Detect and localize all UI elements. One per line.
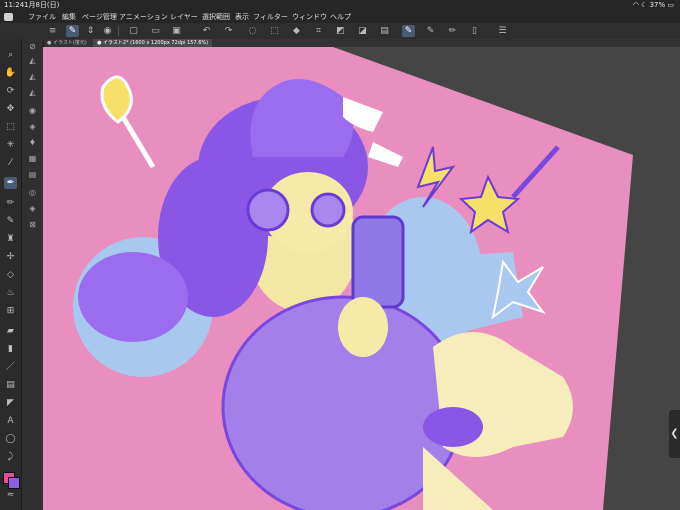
figure-icon[interactable]: ▮	[4, 343, 17, 355]
subtool-2-icon[interactable]: ◭	[27, 71, 38, 82]
command-bar: ≡ ✎ ⇕ ◉ ▢ ▭ ▣ ↶ ↷ ◌ ⬚ ◆ ⌗ ◩ ◪ ▤ ✎ ✎ ✏ ▯ …	[0, 23, 680, 40]
subtool-6-icon[interactable]: ♦	[27, 137, 38, 148]
brush-mode-3-icon[interactable]: ✏	[446, 25, 459, 37]
sub-color-swatch[interactable]	[8, 477, 20, 489]
menu-layer[interactable]: レイヤー	[170, 11, 198, 23]
airbrush-icon[interactable]: ♜	[4, 233, 17, 245]
blend-icon[interactable]: ♨	[4, 287, 17, 299]
correction-2-icon[interactable]: ⤸	[4, 451, 17, 463]
subtool-3-icon[interactable]: ◭	[27, 87, 38, 98]
rotate-icon[interactable]: ⟳	[4, 85, 17, 97]
menu-bar: ファイル 編集 ページ管理 アニメーション レイヤー 選択範囲 表示 フィルター…	[0, 11, 680, 23]
canvas-area[interactable]	[43, 47, 680, 510]
app-icon[interactable]	[4, 13, 13, 21]
redo-icon[interactable]: ↷	[222, 25, 235, 37]
menu-page[interactable]: ページ管理	[82, 11, 117, 23]
battery-percent: 37%	[649, 1, 666, 9]
subtool-8-icon[interactable]: ▤	[27, 169, 38, 180]
subtool-1-icon[interactable]: ◭	[27, 55, 38, 66]
menu-edit[interactable]: 編集	[62, 11, 76, 23]
menu-file[interactable]: ファイル	[28, 11, 56, 23]
tab-illustration-1[interactable]: ● イラスト(復元)	[43, 39, 91, 47]
panel-toggle-chevron-icon[interactable]: ❮	[669, 410, 680, 458]
menu-selection[interactable]: 選択範囲	[202, 11, 230, 23]
open-folder-icon[interactable]: ▭	[149, 25, 162, 37]
subtool-11-icon[interactable]: ⊠	[27, 219, 38, 230]
menu-view[interactable]: 表示	[235, 11, 249, 23]
pencil-icon[interactable]: ✏	[4, 197, 17, 209]
ruler-icon[interactable]: ▤	[4, 379, 17, 391]
illustration-canvas[interactable]	[43, 47, 680, 510]
menu-help[interactable]: ヘルプ	[330, 11, 351, 23]
fill-icon[interactable]: ◆	[290, 25, 303, 37]
subtool-9-icon[interactable]: ◎	[27, 187, 38, 198]
lasso-select-icon[interactable]: ✳	[4, 139, 17, 151]
gradient-icon[interactable]: ▰	[4, 325, 17, 337]
crop-icon[interactable]: ⌗	[312, 25, 325, 37]
text-icon[interactable]: ◤	[4, 397, 17, 409]
eraser-icon[interactable]: ◇	[4, 269, 17, 281]
lasso-icon[interactable]: ◌	[246, 25, 259, 37]
subtool-5-icon[interactable]: ◈	[27, 121, 38, 132]
subtool-7-icon[interactable]: ▦	[27, 153, 38, 164]
layer-b-icon[interactable]: ◪	[356, 25, 369, 37]
subtool-4-icon[interactable]: ◉	[27, 105, 38, 116]
eyedropper-icon[interactable]: ⁄	[4, 157, 17, 169]
tool-palette: ⌕ ✋ ⟳ ✥ ⬚ ✳ ⁄ ✒ ✏ ✎ ♜ ✢ ◇ ♨ ⊞ ▰ ▮ ／ ▤ ◤ …	[0, 39, 22, 510]
correction-icon[interactable]: ◯	[4, 433, 17, 445]
layer-c-icon[interactable]: ▤	[378, 25, 391, 37]
transform-icon[interactable]: ⬚	[268, 25, 281, 37]
phone-icon[interactable]: ▯	[468, 25, 481, 37]
menu-filter[interactable]: フィルター	[253, 11, 288, 23]
menu-icon[interactable]: ≡	[46, 25, 59, 37]
layer-a-icon[interactable]: ◩	[334, 25, 347, 37]
menu-animation[interactable]: アニメーション	[119, 11, 168, 23]
stepper-icon[interactable]: ⇕	[84, 25, 97, 37]
brush-mode-icon[interactable]: ✎	[402, 25, 415, 37]
battery-icon: ▭	[667, 1, 674, 9]
camera-icon[interactable]: ◉	[101, 25, 114, 37]
pen-icon[interactable]: ✒	[4, 177, 17, 189]
pen-tool-icon[interactable]: ✎	[66, 25, 79, 37]
menu-window[interactable]: ウィンドウ	[292, 11, 327, 23]
move-icon[interactable]: ✥	[4, 103, 17, 115]
wave-icon[interactable]: ≈	[4, 489, 17, 501]
sub-tool-palette: ⊘ ◭ ◭ ◭ ◉ ◈ ♦ ▦ ▤ ◎ ◈ ⊠	[22, 39, 44, 510]
hand-icon[interactable]: ✋	[4, 67, 17, 79]
select-rect-icon[interactable]: ⬚	[4, 121, 17, 133]
fill-bucket-icon[interactable]: ⊞	[4, 305, 17, 317]
brush-mode-2-icon[interactable]: ✎	[424, 25, 437, 37]
status-bar: 11:24 1月8日(日) ◠ ☾ 37% ▭	[0, 0, 680, 11]
subtool-10-icon[interactable]: ◈	[27, 203, 38, 214]
balloon-icon[interactable]: A	[4, 415, 17, 427]
list-icon[interactable]: ☰	[496, 25, 509, 37]
save-icon[interactable]: ▣	[170, 25, 183, 37]
tab-illustration-2[interactable]: ● イラスト2* (1600 x 1200px 72dpi 157.6%)	[93, 39, 213, 47]
decoration-icon[interactable]: ✢	[4, 251, 17, 263]
document-tabs: ● イラスト(復元) ● イラスト2* (1600 x 1200px 72dpi…	[43, 39, 680, 47]
undo-icon[interactable]: ↶	[200, 25, 213, 37]
brush-icon[interactable]: ✎	[4, 215, 17, 227]
subtool-search-icon[interactable]: ⊘	[27, 41, 38, 52]
new-file-icon[interactable]: ▢	[127, 25, 140, 37]
status-right: ◠ ☾ 37% ▭	[633, 0, 674, 11]
status-date: 1月8日(日)	[24, 1, 60, 9]
moon-icon: ☾	[641, 1, 648, 9]
status-time: 11:24	[4, 1, 25, 9]
wifi-icon: ◠	[632, 1, 639, 9]
zoom-icon[interactable]: ⌕	[4, 49, 17, 61]
frame-icon[interactable]: ／	[4, 361, 17, 373]
